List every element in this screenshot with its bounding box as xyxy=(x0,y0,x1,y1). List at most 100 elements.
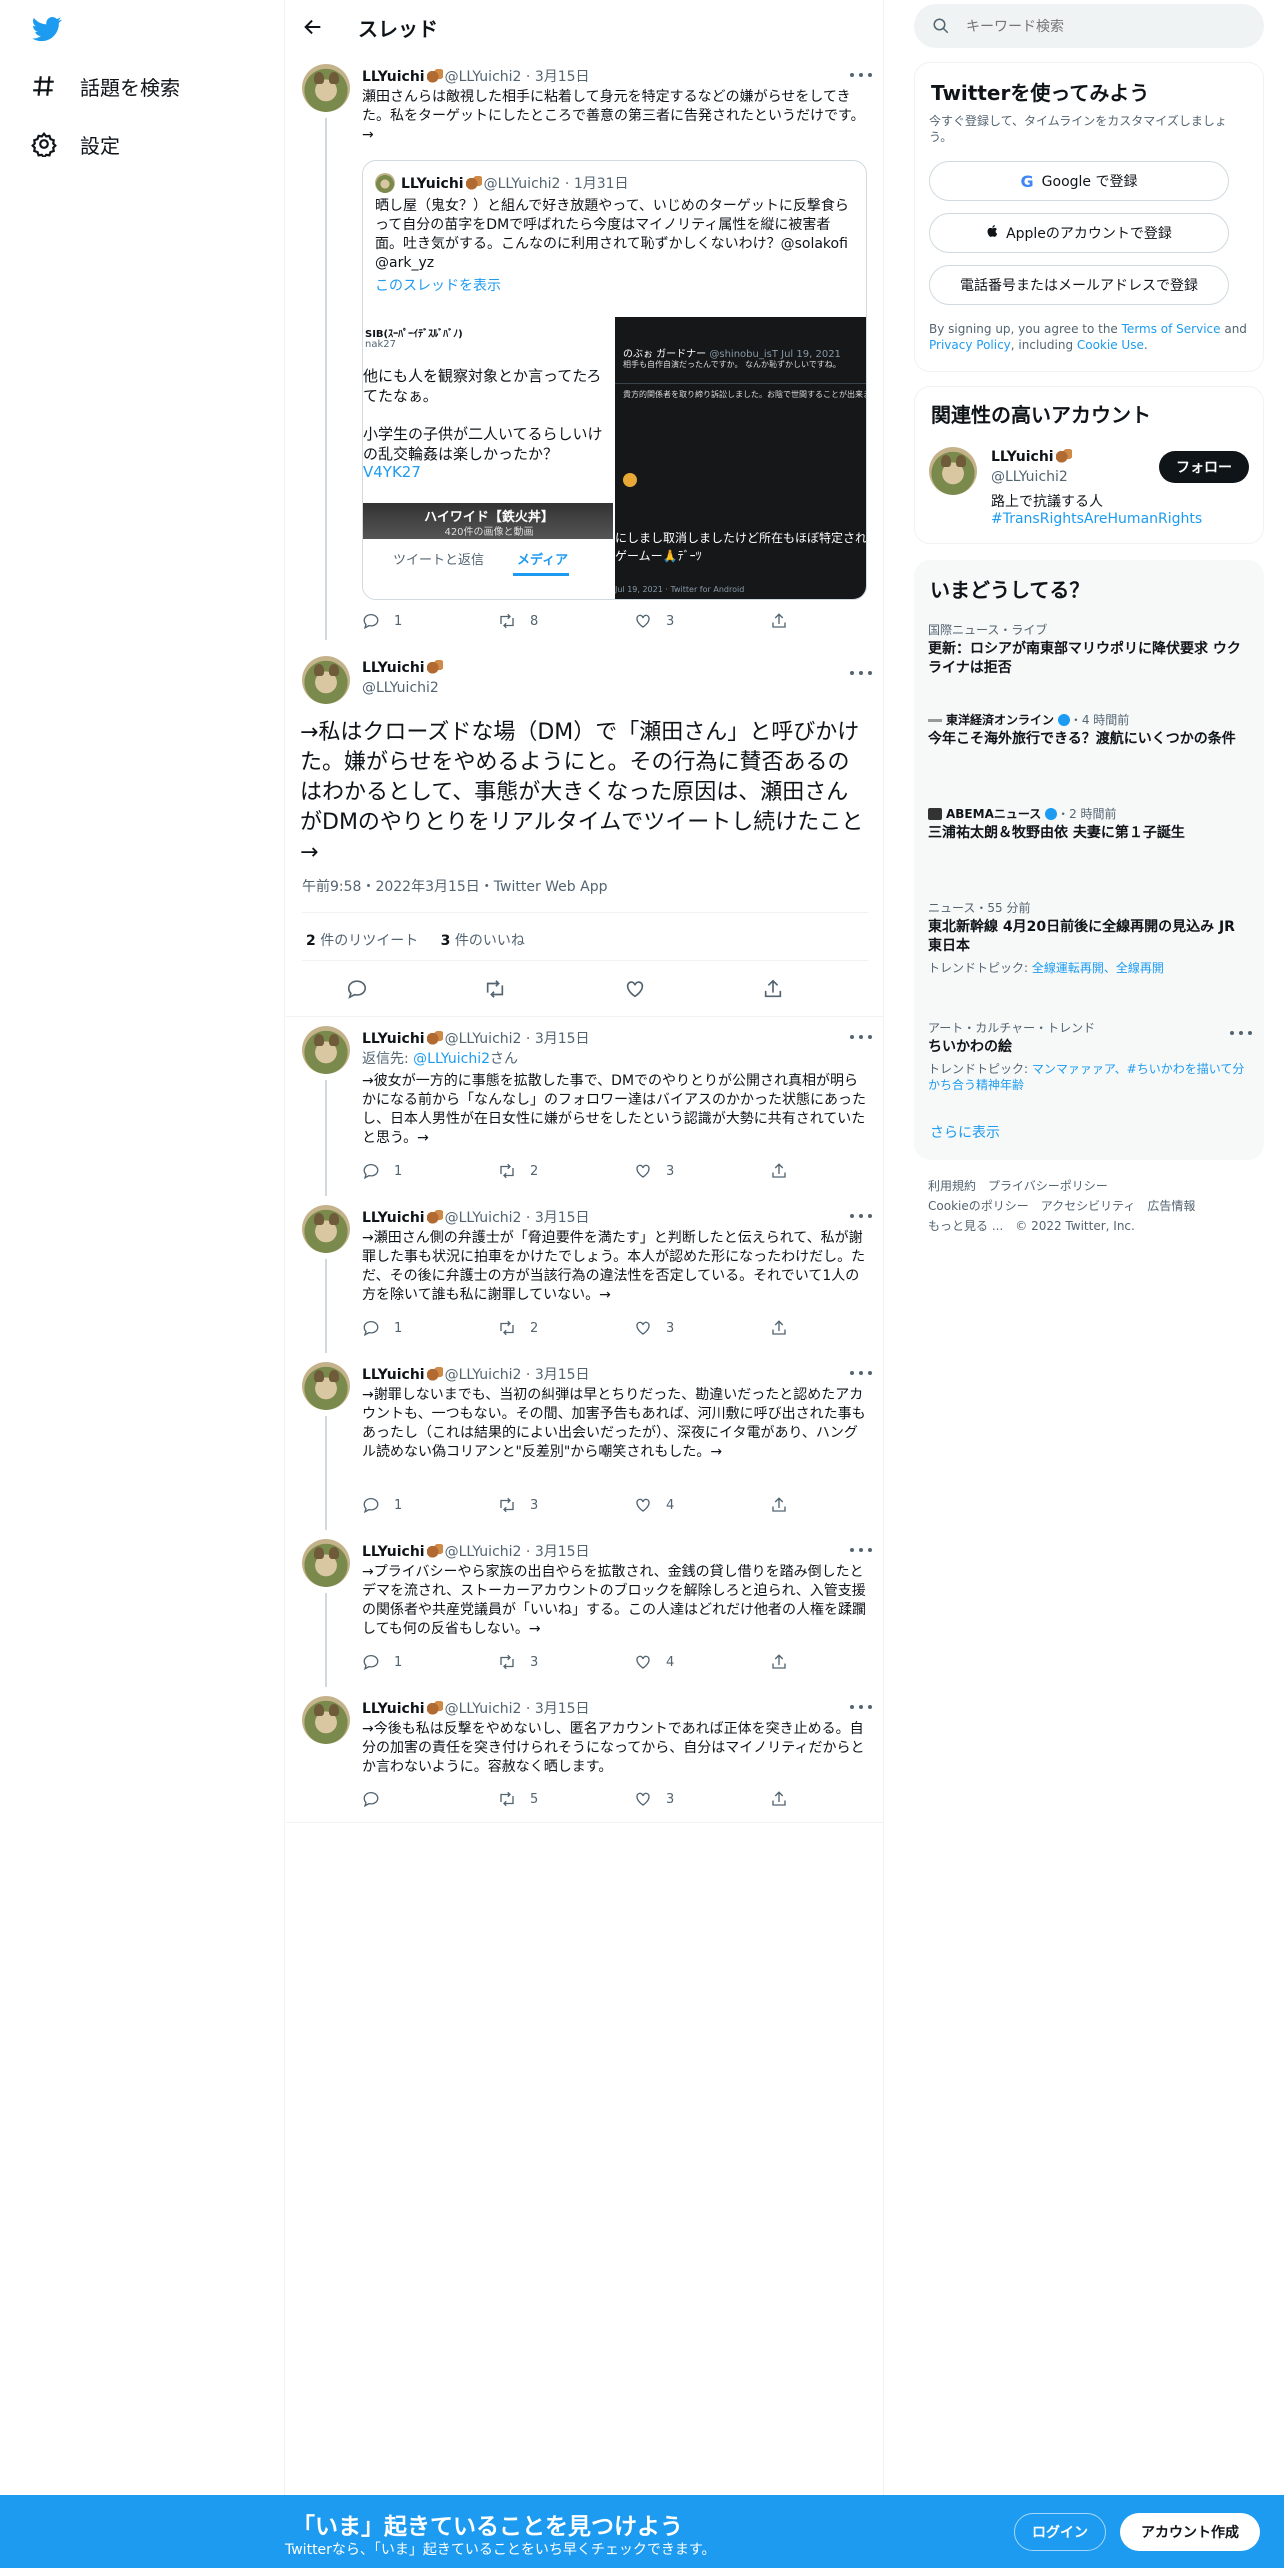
search-input[interactable] xyxy=(966,14,1246,38)
more-icon[interactable] xyxy=(850,666,872,680)
reply-button[interactable] xyxy=(346,978,382,1000)
reply-button[interactable]: 1 xyxy=(362,612,402,630)
signup-button[interactable]: アカウント作成 xyxy=(1120,2513,1260,2551)
retweet-stat[interactable]: 2 件のリツイート xyxy=(306,933,418,949)
privacy-link[interactable]: Privacy Policy xyxy=(929,338,1011,352)
cookie-link[interactable]: Cookie Use xyxy=(1077,338,1144,352)
show-thread-link[interactable]: このスレッドを表示 xyxy=(375,277,501,296)
retweet-button[interactable]: 3 xyxy=(498,1653,538,1671)
quote-image-right[interactable]: のぶぉ ガードナー @shinobu_isT Jul 19, 2021 相手も自… xyxy=(615,317,866,599)
retweet-button[interactable]: 5 xyxy=(498,1790,538,1808)
apple-signup-button[interactable]: Appleのアカウントで登録 xyxy=(929,213,1229,253)
quote-image-left[interactable]: SIB(ｽｰﾊﾟｰｲﾃﾞｽﾙﾞﾊﾞﾉ) nak27 他にも人を観察対象とか言って… xyxy=(363,317,615,599)
retweet-button[interactable]: 2 xyxy=(498,1319,538,1337)
trend-item[interactable]: アート・カルチャー・トレンド ちいかわの絵 トレンドトピック: マンマァァァア、… xyxy=(928,1020,1248,1093)
avatar[interactable] xyxy=(302,656,350,704)
follow-button[interactable]: フォロー xyxy=(1159,451,1249,483)
quote-tweet[interactable]: LLYuichi @LLYuichi2 · 1月31日 晒し屋（鬼女？）と組んで好… xyxy=(362,160,867,600)
reply-button[interactable]: 1 xyxy=(362,1162,402,1180)
like-button[interactable]: 3 xyxy=(634,1319,674,1337)
share-button[interactable] xyxy=(770,1162,802,1180)
tweet-date[interactable]: 3月15日 xyxy=(535,1210,590,1226)
reply-to-link[interactable]: @LLYuichi2 xyxy=(413,1051,490,1067)
nav-settings[interactable]: 設定 xyxy=(30,124,120,164)
footer-line[interactable]: 利用規約 プライバシーポリシー xyxy=(928,1176,1195,1196)
avatar[interactable] xyxy=(302,1539,350,1587)
retweet-button[interactable] xyxy=(484,978,520,1000)
tweet[interactable]: LLYuichi @LLYuichi2 · 3月15日 →瀬田さん側の弁護士が「脅… xyxy=(286,1197,884,1353)
search-box[interactable] xyxy=(914,4,1264,48)
reply-button[interactable]: 1 xyxy=(362,1319,402,1337)
more-icon[interactable] xyxy=(850,1366,872,1380)
retweet-button[interactable]: 8 xyxy=(498,612,538,630)
reply-button[interactable]: 1 xyxy=(362,1653,402,1671)
more-icon[interactable] xyxy=(850,1543,872,1557)
bio-hashtag-link[interactable]: #TransRightsAreHumanRights xyxy=(991,511,1202,527)
show-more-link[interactable]: さらに表示 xyxy=(930,1122,1000,1142)
tweet-date[interactable]: 3月15日 xyxy=(535,1367,590,1383)
tweet-author[interactable]: LLYuichi @LLYuichi2 · 3月15日 xyxy=(362,1541,590,1561)
share-button[interactable] xyxy=(762,978,798,1000)
tweet-meta[interactable]: 午前9:58・2022年3月15日・Twitter Web App xyxy=(302,876,607,896)
trend-item[interactable]: 東洋経済オンライン ・4 時間前 今年こそ海外旅行できる？渡航にいくつかの条件 xyxy=(928,712,1248,749)
more-icon[interactable] xyxy=(1230,1026,1252,1040)
share-button[interactable] xyxy=(770,1496,802,1514)
tweet-author[interactable]: LLYuichi @LLYuichi2 · 3月15日 xyxy=(362,66,590,86)
tweet-date[interactable]: 3月15日 xyxy=(535,1544,590,1560)
trend-topic-links[interactable]: 全線運転再開、全線再開 xyxy=(1032,961,1164,975)
share-button[interactable] xyxy=(770,1319,802,1337)
footer-line[interactable]: Cookieのポリシー アクセシビリティ 広告情報 xyxy=(928,1196,1195,1216)
footer-line[interactable]: もっと見る ... © 2022 Twitter, Inc. xyxy=(928,1216,1195,1236)
like-button[interactable]: 3 xyxy=(634,1162,674,1180)
avatar[interactable] xyxy=(302,1696,350,1744)
avatar[interactable] xyxy=(302,1026,350,1074)
tweet-date[interactable]: 3月15日 xyxy=(535,1031,590,1047)
share-button[interactable] xyxy=(770,612,802,630)
avatar[interactable] xyxy=(302,64,350,112)
tweet-date[interactable]: 3月15日 xyxy=(535,69,590,85)
trend-item[interactable]: ニュース・55 分前 東北新幹線 4月20日前後に全線再開の見込み JR東日本 … xyxy=(928,900,1248,976)
trend-item[interactable]: ABEMAニュース ・2 時間前 三浦祐太朗＆牧野由依 夫妻に第１子誕生 xyxy=(928,806,1248,843)
tweet-author[interactable]: LLYuichi @LLYuichi2 · 3月15日 xyxy=(362,1028,590,1048)
more-icon[interactable] xyxy=(850,1030,872,1044)
retweet-button[interactable]: 3 xyxy=(498,1496,538,1514)
google-signup-button[interactable]: G Google で登録 xyxy=(929,161,1229,201)
twitter-logo-icon[interactable] xyxy=(30,14,64,44)
back-arrow-icon[interactable] xyxy=(300,14,326,40)
tweet-author[interactable]: LLYuichi xyxy=(362,660,445,676)
handle[interactable]: @LLYuichi2 xyxy=(362,680,439,696)
tweet[interactable]: LLYuichi @LLYuichi2 · 3月15日 瀬田さんらは敵視した相手に… xyxy=(286,56,884,640)
more-icon[interactable] xyxy=(850,68,872,82)
like-button[interactable]: 4 xyxy=(634,1496,674,1514)
avatar[interactable] xyxy=(302,1205,350,1253)
related-name[interactable]: LLYuichi xyxy=(991,449,1074,465)
more-icon[interactable] xyxy=(850,1700,872,1714)
reply-button[interactable] xyxy=(362,1790,394,1808)
tweet-date[interactable]: 3月15日 xyxy=(535,1701,590,1717)
like-button[interactable] xyxy=(624,978,660,1000)
login-button[interactable]: ログイン xyxy=(1014,2513,1106,2551)
avatar[interactable] xyxy=(929,447,977,495)
like-button[interactable]: 3 xyxy=(634,612,674,630)
nav-explore[interactable]: 話題を検索 xyxy=(30,66,180,106)
avatar[interactable] xyxy=(302,1362,350,1410)
retweet-button[interactable]: 2 xyxy=(498,1162,538,1180)
like-button[interactable]: 4 xyxy=(634,1653,674,1671)
reply-button[interactable]: 1 xyxy=(362,1496,402,1514)
squirrel-emoji-icon xyxy=(426,1701,443,1715)
trend-item[interactable]: 国際ニュース・ライブ 更新：ロシアが南東部マリウポリに降伏要求 ウクライナは拒否 xyxy=(928,622,1248,678)
tos-link[interactable]: Terms of Service xyxy=(1122,322,1221,336)
share-button[interactable] xyxy=(770,1653,802,1671)
tweet-author[interactable]: LLYuichi @LLYuichi2 · 3月15日 xyxy=(362,1207,590,1227)
share-button[interactable] xyxy=(770,1790,802,1808)
tweet[interactable]: LLYuichi @LLYuichi2 · 3月15日 →プライバシーやら家族の出… xyxy=(286,1531,884,1687)
tweet-author[interactable]: LLYuichi @LLYuichi2 · 3月15日 xyxy=(362,1364,590,1384)
more-icon[interactable] xyxy=(850,1209,872,1223)
tweet[interactable]: LLYuichi @LLYuichi2 · 3月15日 返信先: @LLYuich… xyxy=(286,1018,884,1196)
tweet-author[interactable]: LLYuichi @LLYuichi2 · 3月15日 xyxy=(362,1698,590,1718)
tweet[interactable]: LLYuichi @LLYuichi2 · 3月15日 →謝罪しないまでも、当初の… xyxy=(286,1354,884,1530)
like-button[interactable]: 3 xyxy=(634,1790,674,1808)
tweet[interactable]: LLYuichi @LLYuichi2 · 3月15日 →今後も私は反撃をやめない… xyxy=(286,1688,884,1822)
phone-signup-button[interactable]: 電話番号またはメールアドレスで登録 xyxy=(929,265,1229,305)
like-stat[interactable]: 3 件のいいね xyxy=(441,933,525,949)
